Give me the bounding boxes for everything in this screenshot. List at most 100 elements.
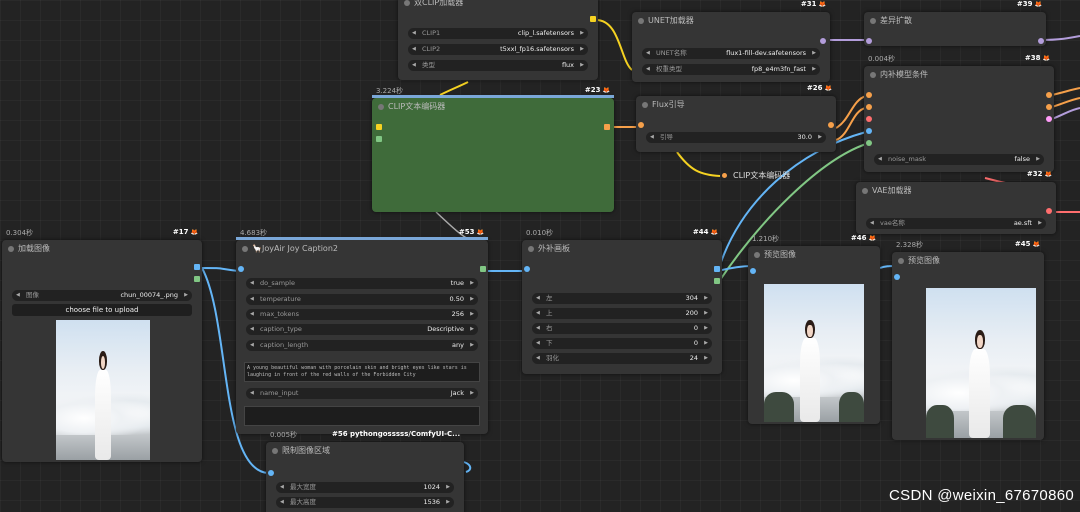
model-input-slot[interactable] <box>866 38 872 44</box>
positive-output-slot[interactable] <box>1046 92 1052 98</box>
node-title: VAE加载器 <box>856 182 1056 200</box>
node-clip-text-encode-collapsed[interactable]: CLIP文本编码器 <box>722 170 790 181</box>
mask-output-slot[interactable] <box>194 276 200 282</box>
node-dual-clip-loader[interactable]: 双CLIP加载器 CLIP1clip_l.safetensors CLIP2t5… <box>398 0 598 80</box>
clip1-widget[interactable]: CLIP1clip_l.safetensors <box>408 28 588 39</box>
node-title: 加载图像 <box>2 240 202 258</box>
watermark-text: CSDN @weixin_67670860 <box>889 487 1074 504</box>
negative-output-slot[interactable] <box>1046 104 1052 110</box>
caption-type-widget[interactable]: caption_typeDescriptive <box>246 324 478 335</box>
exec-time-label: 3.224秒 <box>376 87 404 95</box>
node-id-badge: #31 <box>801 0 826 8</box>
node-pad-image[interactable]: 0.010秒 #44 外补画板 左304 上200 右0 下0 羽化24 <box>522 228 722 374</box>
clip-output-slot[interactable] <box>590 16 596 22</box>
name-input-widget[interactable]: name_inputJack <box>246 388 478 399</box>
node-id-badge: #32 <box>1027 170 1052 178</box>
node-id-badge: #56 pythongosssss/ComfyUI-C... <box>332 430 460 438</box>
pad-right-widget[interactable]: 右0 <box>532 323 712 334</box>
exec-time-label: 0.010秒 <box>526 229 554 237</box>
model-output-slot[interactable] <box>1038 38 1044 44</box>
unet-name-widget[interactable]: UNET名称flux1-fill-dev.safetensors <box>642 48 820 59</box>
do-sample-widget[interactable]: do_sampletrue <box>246 278 478 289</box>
mask-input-slot[interactable] <box>866 140 872 146</box>
collapsed-dot-icon <box>722 173 727 178</box>
node-title: 差异扩散 <box>864 12 1046 30</box>
images-input-slot[interactable] <box>894 274 900 280</box>
exec-time-label: 0.004秒 <box>868 55 896 63</box>
text-input-slot[interactable] <box>376 136 382 142</box>
guidance-widget[interactable]: 引导30.0 <box>646 132 826 143</box>
node-inpaint-model-conditioning[interactable]: 0.004秒 #38 内补模型条件 noise_maskfalse <box>864 54 1054 172</box>
pad-left-widget[interactable]: 左304 <box>532 293 712 304</box>
node-id-badge: #44 <box>693 228 718 236</box>
node-title: CLIP文本编码器 <box>733 171 791 180</box>
node-flux-guidance[interactable]: #26 Flux引导 引导30.0 <box>636 84 836 152</box>
exec-time-label: 2.328秒 <box>896 241 924 249</box>
images-input-slot[interactable] <box>750 268 756 274</box>
node-load-image[interactable]: 0.304秒 #17 加载图像 图像chun_00074_.png choose… <box>2 228 202 462</box>
image-input-slot[interactable] <box>268 470 274 476</box>
exec-time-label: 0.304秒 <box>6 229 34 237</box>
conditioning-output-slot[interactable] <box>828 122 834 128</box>
node-graph-canvas[interactable]: 双CLIP加载器 CLIP1clip_l.safetensors CLIP2t5… <box>0 0 1080 512</box>
extra-text-textarea[interactable] <box>244 406 480 426</box>
temperature-widget[interactable]: temperature0.50 <box>246 294 478 305</box>
node-joy-caption[interactable]: 4.683秒 #53 🦙JoyAir Joy Caption2 do_sampl… <box>236 228 488 434</box>
node-vae-loader[interactable]: #32 VAE加载器 vae名称ae.sft <box>856 170 1056 234</box>
weight-dtype-widget[interactable]: 权重类型fp8_e4m3fn_fast <box>642 64 820 75</box>
exec-time-label: 1.210秒 <box>752 235 780 243</box>
vae-output-slot[interactable] <box>1046 208 1052 214</box>
pixels-input-slot[interactable] <box>866 128 872 134</box>
pad-bottom-widget[interactable]: 下0 <box>532 338 712 349</box>
negative-input-slot[interactable] <box>866 104 872 110</box>
preview-image-2 <box>926 288 1036 438</box>
max-width-widget[interactable]: 最大宽度1024 <box>276 482 454 493</box>
max-tokens-widget[interactable]: max_tokens256 <box>246 309 478 320</box>
node-id-badge: #17 <box>173 228 198 236</box>
latent-output-slot[interactable] <box>1046 116 1052 122</box>
feathering-widget[interactable]: 羽化24 <box>532 353 712 364</box>
positive-input-slot[interactable] <box>866 92 872 98</box>
node-id-badge: #38 <box>1025 54 1050 62</box>
node-differential-diffusion[interactable]: #39 差异扩散 <box>864 0 1046 46</box>
node-preview-image-1[interactable]: 1.210秒 #46 预览图像 <box>748 234 880 424</box>
exec-time-label: 4.683秒 <box>240 229 268 237</box>
pad-top-widget[interactable]: 上200 <box>532 308 712 319</box>
max-height-widget[interactable]: 最大高度1536 <box>276 497 454 508</box>
image-select-widget[interactable]: 图像chun_00074_.png <box>12 290 192 301</box>
vae-name-widget[interactable]: vae名称ae.sft <box>866 218 1046 229</box>
clip-input-slot[interactable] <box>376 124 382 130</box>
node-title: Flux引导 <box>636 96 836 114</box>
node-limit-image-area[interactable]: 0.005秒 #56 pythongosssss/ComfyUI-C... 限制… <box>266 430 464 512</box>
node-id-badge: #53 <box>459 228 484 236</box>
vae-input-slot[interactable] <box>866 116 872 122</box>
node-title: 预览图像 <box>748 246 880 264</box>
model-output-slot[interactable] <box>820 38 826 44</box>
type-widget[interactable]: 类型flux <box>408 60 588 71</box>
node-id-badge: #46 <box>851 234 876 242</box>
clip2-widget[interactable]: CLIP2t5xxl_fp16.safetensors <box>408 44 588 55</box>
caption-output-textarea[interactable]: A young beautiful woman with porcelain s… <box>244 362 480 382</box>
caption-length-widget[interactable]: caption_lengthany <box>246 340 478 351</box>
loaded-image-preview <box>56 320 150 460</box>
node-title: 限制图像区域 <box>266 442 464 460</box>
node-unet-loader[interactable]: #31 UNET加载器 UNET名称flux1-fill-dev.safeten… <box>632 0 830 82</box>
mask-output-slot[interactable] <box>714 278 720 284</box>
node-title: 🦙JoyAir Joy Caption2 <box>236 240 488 258</box>
image-output-slot[interactable] <box>194 264 200 270</box>
choose-file-button[interactable]: choose file to upload <box>12 304 192 316</box>
node-preview-image-2[interactable]: 2.328秒 #45 预览图像 <box>892 240 1044 440</box>
string-output-slot[interactable] <box>480 266 486 272</box>
node-title: 双CLIP加载器 <box>398 0 598 12</box>
node-title: 内补模型条件 <box>864 66 1054 84</box>
node-id-badge: #26 <box>807 84 832 92</box>
conditioning-output-slot[interactable] <box>604 124 610 130</box>
image-input-slot[interactable] <box>524 266 530 272</box>
node-title: 外补画板 <box>522 240 722 258</box>
image-input-slot[interactable] <box>238 266 244 272</box>
node-clip-text-encode[interactable]: 3.224秒 #23 CLIP文本编码器 <box>372 86 614 212</box>
noise-mask-widget[interactable]: noise_maskfalse <box>874 154 1044 165</box>
image-output-slot[interactable] <box>714 266 720 272</box>
node-id-badge: #45 <box>1015 240 1040 248</box>
conditioning-input-slot[interactable] <box>638 122 644 128</box>
